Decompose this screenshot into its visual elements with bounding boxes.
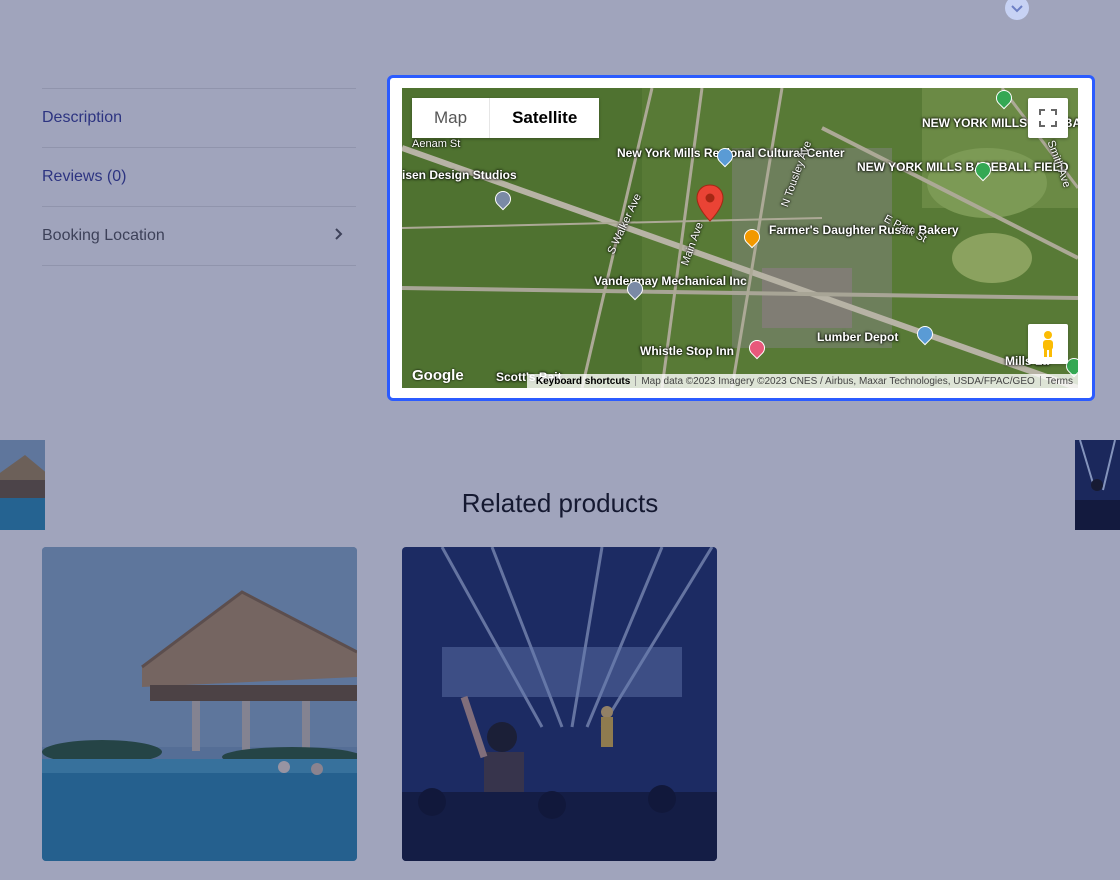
street-label-aenam: Aenam St [412,138,461,150]
google-map[interactable]: Map Satellite NEW YORK MILLS FOOTBALL FI… [402,88,1078,388]
scroll-down-chevron-icon[interactable] [1005,0,1029,20]
terms-link[interactable]: Terms [1041,376,1078,387]
tab-description[interactable]: Description [42,89,356,148]
google-logo: Google [412,367,464,384]
tab-reviews[interactable]: Reviews (0) [42,148,356,207]
place-label-lumber: Lumber Depot [817,330,899,344]
fullscreen-icon [1039,109,1057,127]
product-tabs: Description Reviews (0) Booking Location [42,88,356,266]
map-type-control: Map Satellite [412,98,600,138]
related-product-resort-image[interactable] [42,547,357,861]
place-label-bakery: Farmer's Daughter Rustic Bakery [769,223,959,237]
related-products-title: Related products [461,488,659,518]
map-attribution-bar: Keyboard shortcuts Map data ©2023 Imager… [526,374,1078,388]
chevron-right-icon [334,227,344,246]
map-type-satellite-button[interactable]: Satellite [490,98,600,138]
tab-booking-location-label: Booking Location [42,227,165,244]
place-label-studios: isen Design Studios [402,168,517,182]
map-attribution-text: Map data ©2023 Imagery ©2023 CNES / Airb… [641,375,1035,387]
location-marker-icon[interactable] [696,184,724,227]
map-type-map-button[interactable]: Map [412,98,490,138]
place-label-whistle: Whistle Stop Inn [640,344,734,358]
tab-description-label: Description [42,109,123,126]
related-product-concert-image[interactable] [402,547,717,861]
tab-reviews-label: Reviews (0) [42,168,127,185]
place-label-vandermay: Vandermay Mechanical Inc [594,274,747,288]
tab-booking-location[interactable]: Booking Location [42,207,356,266]
street-view-pegman-button[interactable] [1028,324,1068,364]
keyboard-shortcuts-link[interactable]: Keyboard shortcuts [531,376,635,387]
place-label-baseball: NEW YORK MILLS BASEBALL FIELD [857,160,1069,174]
fullscreen-button[interactable] [1028,98,1068,138]
pegman-icon [1043,331,1053,357]
